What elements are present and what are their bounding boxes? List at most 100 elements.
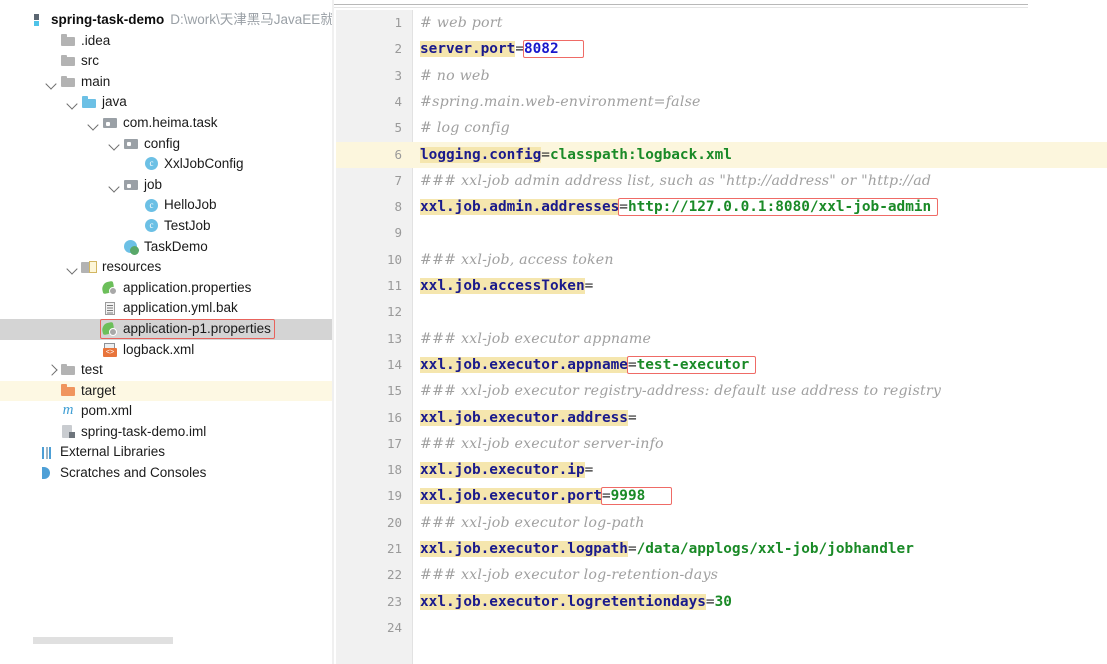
equals-sign: =	[627, 541, 637, 557]
code-line[interactable]: xxl.job.executor.port=9998	[413, 483, 1107, 509]
item-content: TestJob	[144, 216, 211, 237]
sidebar-item-label: spring-task-demo.iml	[81, 423, 207, 439]
code-line[interactable]: ### xxl-job executor registry-address: d…	[413, 378, 1107, 404]
line-number-gutter[interactable]: 1 2 3 4 5 6 7 8 9 10 11 12 13 14 15 16 17 18 19 20 21 22 23 24	[336, 10, 413, 664]
code-lines[interactable]: # web port server.port=8082 # no web #sprin…	[413, 10, 1107, 664]
code-line-text: ### xxl-job admin address list, such as …	[420, 168, 931, 194]
sidebar-item-main[interactable]: main	[0, 72, 332, 93]
code-line[interactable]: # log config	[413, 115, 1107, 141]
sidebar-item-java[interactable]: java	[0, 92, 332, 113]
sidebar-item-taskdemo[interactable]: TaskDemo	[0, 237, 332, 258]
code-line[interactable]: xxl.job.executor.appname=test-executor	[413, 352, 1107, 378]
sidebar-item-logback-xml[interactable]: logback.xml	[0, 340, 332, 361]
chevron-down-icon[interactable]	[108, 137, 121, 150]
code-line[interactable]: xxl.job.executor.logpath=/data/applogs/x…	[413, 536, 1107, 562]
sidebar-item-application-p1-properties[interactable]: application-p1.properties	[0, 318, 332, 340]
equals-sign: =	[627, 356, 637, 373]
comment-token: ### xxl-job executor log-path	[420, 514, 645, 531]
sidebar-item-target[interactable]: target	[0, 380, 332, 402]
sidebar-item-application-properties[interactable]: application.properties	[0, 278, 332, 299]
code-line[interactable]: # no web	[413, 63, 1107, 89]
item-content: com.heima.task	[102, 113, 218, 134]
no-chevron-spacer	[129, 220, 142, 233]
chevron-down-icon[interactable]	[66, 261, 79, 274]
line-number: 13	[386, 330, 402, 346]
property-key: xxl.job.admin.addresses	[420, 199, 620, 216]
sidebar-item-label: application-p1.properties	[123, 320, 271, 336]
item-content: src	[60, 51, 99, 72]
sidebar-item-testjob[interactable]: TestJob	[0, 216, 332, 237]
item-content: resources	[81, 257, 161, 278]
sidebar-item-application-yml-bak[interactable]: application.yml.bak	[0, 298, 332, 319]
chevron-down-icon[interactable]	[87, 117, 100, 130]
code-line[interactable]: #spring.main.web-environment=false	[413, 89, 1107, 115]
project-path: D:\work\天津黑马JavaEE就业	[170, 12, 332, 27]
scratches-icon	[39, 465, 56, 481]
sidebar-item-src[interactable]: src	[0, 51, 332, 72]
sidebar-item-test[interactable]: test	[0, 360, 332, 381]
sidebar-item-label: TaskDemo	[144, 238, 208, 254]
code-line[interactable]: ### xxl-job executor log-retention-days	[413, 562, 1107, 588]
line-number: 10	[386, 251, 402, 267]
no-chevron-spacer	[45, 34, 58, 47]
property-value: 30	[714, 593, 732, 610]
code-line[interactable]: server.port=8082	[413, 36, 1107, 62]
sidebar-item-external-libraries[interactable]: External Libraries	[0, 442, 332, 463]
sidebar-item-com-heima-task[interactable]: com.heima.task	[0, 113, 332, 134]
project-tool-window[interactable]: spring-task-demo D:\work\天津黑马JavaEE就业 .ide…	[0, 0, 332, 664]
sidebar-item-job[interactable]: job	[0, 175, 332, 196]
runnable-class-icon	[123, 239, 140, 255]
code-line-text: ### xxl-job executor log-retention-days	[420, 562, 718, 588]
line-number: 9	[394, 225, 402, 241]
editor-tab-strip	[334, 4, 1028, 8]
sidebar-item-xxljobconfig[interactable]: XxlJobConfig	[0, 154, 332, 175]
sidebar-item-config[interactable]: config	[0, 134, 332, 155]
chevron-right-icon[interactable]	[45, 364, 58, 377]
code-line[interactable]: ### xxl-job executor log-path	[413, 510, 1107, 536]
code-line[interactable]	[413, 220, 1107, 246]
code-line[interactable]: ### xxl-job admin address list, such as …	[413, 168, 1107, 194]
code-line[interactable]: ### xxl-job, access token	[413, 247, 1107, 273]
line-number: 2	[394, 41, 402, 57]
property-key: xxl.job.executor.port	[420, 488, 602, 505]
folder-icon	[60, 53, 77, 69]
item-content: TaskDemo	[123, 237, 208, 258]
item-content: config	[123, 134, 180, 155]
code-line[interactable]: xxl.job.accessToken=	[413, 273, 1107, 299]
code-line[interactable]: xxl.job.executor.address=	[413, 405, 1107, 431]
code-line[interactable]: # web port	[413, 10, 1107, 36]
chevron-down-icon[interactable]	[45, 76, 58, 89]
chevron-down-icon[interactable]	[66, 96, 79, 109]
sidebar-item-idea[interactable]: .idea	[0, 31, 332, 52]
project-tree[interactable]: spring-task-demo D:\work\天津黑马JavaEE就业 .ide…	[0, 10, 332, 484]
sidebar-item-label: config	[144, 135, 181, 151]
code-line[interactable]	[413, 299, 1107, 325]
code-line[interactable]: xxl.job.admin.addresses=http://127.0.0.1…	[413, 194, 1107, 220]
no-chevron-spacer	[129, 158, 142, 171]
line-number: 5	[394, 120, 402, 136]
project-root-row[interactable]: spring-task-demo D:\work\天津黑马JavaEE就业	[0, 10, 332, 31]
java-class-icon	[144, 218, 160, 234]
code-area[interactable]: 1 2 3 4 5 6 7 8 9 10 11 12 13 14 15 16 17 18 19 20 21 22 23 24 …	[334, 10, 1107, 664]
sidebar-item-resources[interactable]: resources	[0, 257, 332, 278]
line-number: 17	[386, 435, 402, 451]
code-line[interactable]: ### xxl-job executor appname	[413, 326, 1107, 352]
code-line[interactable]: xxl.job.executor.logretentiondays=30	[413, 589, 1107, 615]
equals-sign: =	[584, 278, 594, 294]
property-key: server.port	[420, 41, 516, 58]
editor-area[interactable]: 1 2 3 4 5 6 7 8 9 10 11 12 13 14 15 16 17 18 19 20 21 22 23 24 …	[334, 0, 1107, 664]
line-number: 22	[386, 567, 402, 583]
sidebar-item-label: src	[81, 53, 99, 69]
sidebar-item-hellojob[interactable]: HelloJob	[0, 195, 332, 216]
code-line[interactable]: logging.config=classpath:logback.xml	[413, 142, 1107, 168]
sidebar-horizontal-scrollbar[interactable]	[33, 637, 173, 644]
code-line[interactable]	[413, 615, 1107, 641]
code-line[interactable]: ### xxl-job executor server-info	[413, 431, 1107, 457]
excluded-folder-icon	[60, 383, 77, 399]
sidebar-item-spring-task-demo-iml[interactable]: spring-task-demo.iml	[0, 422, 332, 443]
sidebar-item-pom-xml[interactable]: pom.xml	[0, 401, 332, 422]
code-line[interactable]: xxl.job.executor.ip=	[413, 457, 1107, 483]
property-value: test-executor	[636, 356, 750, 373]
sidebar-item-scratches-and-consoles[interactable]: Scratches and Consoles	[0, 463, 332, 484]
chevron-down-icon[interactable]	[108, 179, 121, 192]
